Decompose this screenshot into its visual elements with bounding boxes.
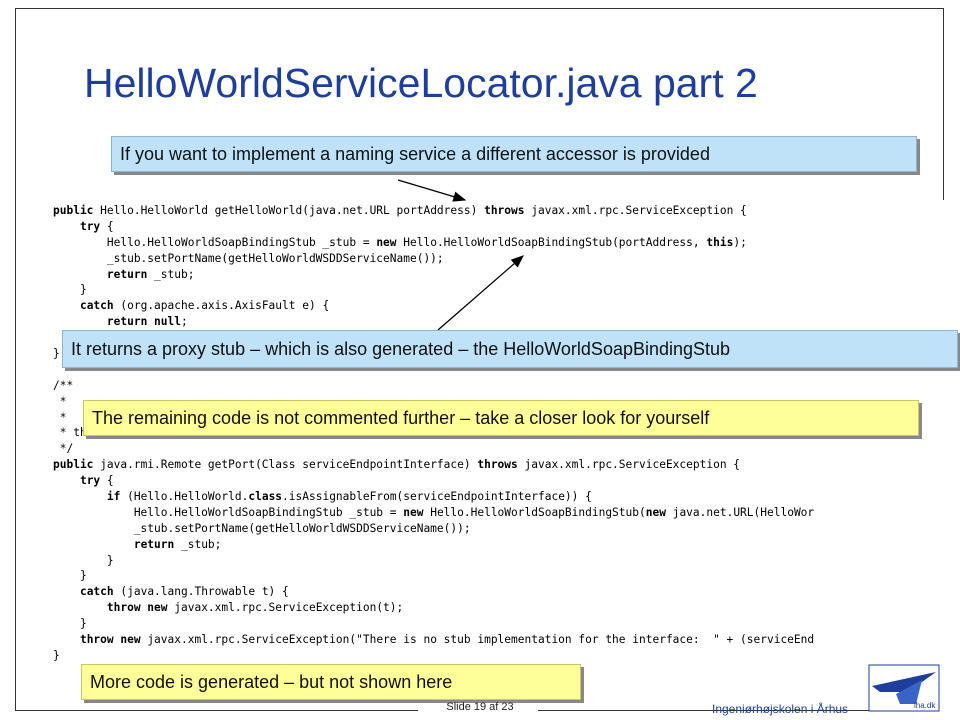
callout-text: It returns a proxy stub – which is also …	[71, 338, 731, 359]
callout-naming-service: If you want to implement a naming servic…	[111, 136, 917, 172]
logo-text: iha.dk	[914, 701, 936, 710]
iha-logo: iha.dk	[868, 664, 940, 712]
callout-text: More code is generated – but not shown h…	[90, 671, 453, 692]
callout-remaining-code: The remaining code is not commented furt…	[83, 400, 919, 436]
callout-text: If you want to implement a naming servic…	[120, 143, 710, 164]
callout-more-code: More code is generated – but not shown h…	[81, 664, 581, 700]
school-name: Ingeniørhøjskolen i Århus	[712, 702, 849, 716]
slide-number: Slide 19 af 23	[446, 701, 514, 713]
arrow-to-stub	[437, 255, 524, 331]
callout-proxy-stub: It returns a proxy stub – which is also …	[62, 330, 958, 368]
callout-text: The remaining code is not commented furt…	[92, 407, 710, 428]
arrow-to-method	[397, 179, 467, 202]
